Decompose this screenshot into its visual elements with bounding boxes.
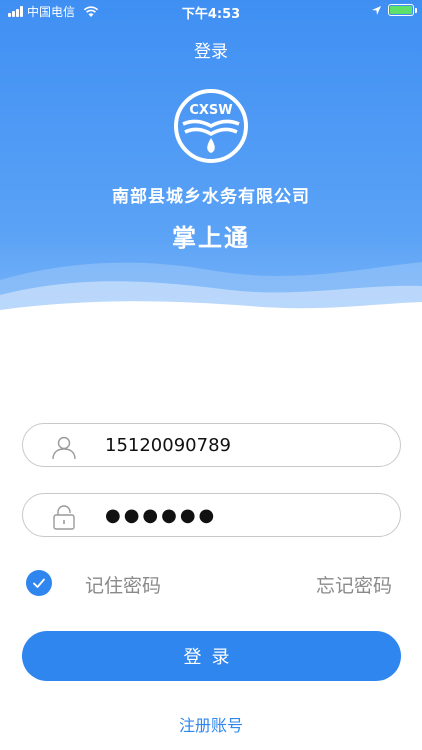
- remember-checkbox[interactable]: [26, 570, 52, 596]
- password-value: ●●●●●●: [105, 505, 218, 526]
- check-icon: [33, 578, 45, 588]
- water-drop-logo-icon: CXSW: [174, 89, 248, 163]
- forgot-password-link[interactable]: 忘记密码: [316, 571, 392, 598]
- status-time: 下午4:53: [181, 7, 241, 22]
- login-button[interactable]: 登录: [22, 631, 401, 681]
- phone-value: 15120090789: [105, 435, 231, 456]
- location-arrow-icon: [372, 5, 381, 15]
- page-title: 登录: [194, 42, 228, 62]
- lock-icon: [53, 505, 75, 530]
- company-name: 南部县城乡水务有限公司: [112, 187, 310, 207]
- password-field[interactable]: ●●●●●●: [22, 493, 401, 537]
- register-account-link[interactable]: 注册账号: [0, 712, 422, 736]
- status-right: [371, 4, 417, 16]
- wave-decoration: [0, 262, 422, 330]
- logo-text: CXSW: [189, 103, 232, 118]
- remember-password-label[interactable]: 记住密码: [85, 571, 161, 598]
- battery-level: [390, 6, 412, 14]
- status-bar: 中国电信 下午4:53: [0, 0, 422, 22]
- phone-field[interactable]: 15120090789: [22, 423, 401, 467]
- battery-icon: [388, 4, 417, 16]
- app-name: 掌上通: [172, 224, 250, 252]
- user-icon: [52, 436, 76, 460]
